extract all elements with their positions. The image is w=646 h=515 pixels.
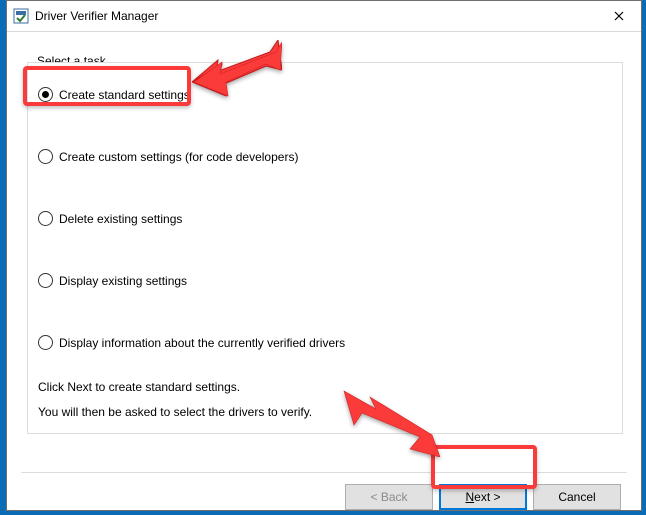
radio-create-standard[interactable]: Create standard settings: [38, 87, 190, 102]
app-icon: [13, 8, 29, 24]
next-label: Next >: [465, 490, 500, 504]
radio-icon: [38, 273, 53, 288]
next-button[interactable]: Next >: [439, 484, 527, 510]
task-panel: Create standard settings Create custom s…: [27, 62, 623, 434]
footer-separator: [21, 472, 627, 473]
radio-display-existing[interactable]: Display existing settings: [38, 273, 187, 288]
radio-icon: [38, 211, 53, 226]
cancel-label: Cancel: [558, 490, 595, 504]
dialog-window: Driver Verifier Manager Select a task Cr…: [6, 0, 642, 511]
radio-delete-existing[interactable]: Delete existing settings: [38, 211, 182, 226]
radio-icon: [38, 149, 53, 164]
instruction-line-1: Click Next to create standard settings.: [38, 380, 240, 394]
window-title: Driver Verifier Manager: [35, 9, 596, 23]
radio-icon: [38, 87, 53, 102]
cancel-button[interactable]: Cancel: [533, 484, 621, 510]
radio-display-info[interactable]: Display information about the currently …: [38, 335, 345, 350]
radio-label: Display information about the currently …: [59, 336, 345, 350]
back-label: < Back: [370, 490, 407, 504]
client-area: Select a task Create standard settings C…: [7, 32, 641, 510]
title-bar: Driver Verifier Manager: [7, 1, 641, 32]
radio-label: Delete existing settings: [59, 212, 182, 226]
radio-label: Create standard settings: [59, 88, 190, 102]
close-button[interactable]: [596, 1, 641, 31]
radio-label: Create custom settings (for code develop…: [59, 150, 298, 164]
instruction-line-2: You will then be asked to select the dri…: [38, 405, 312, 419]
radio-create-custom[interactable]: Create custom settings (for code develop…: [38, 149, 298, 164]
radio-label: Display existing settings: [59, 274, 187, 288]
back-button: < Back: [345, 484, 433, 510]
radio-icon: [38, 335, 53, 350]
wizard-buttons: < Back Next > Cancel: [345, 484, 621, 510]
